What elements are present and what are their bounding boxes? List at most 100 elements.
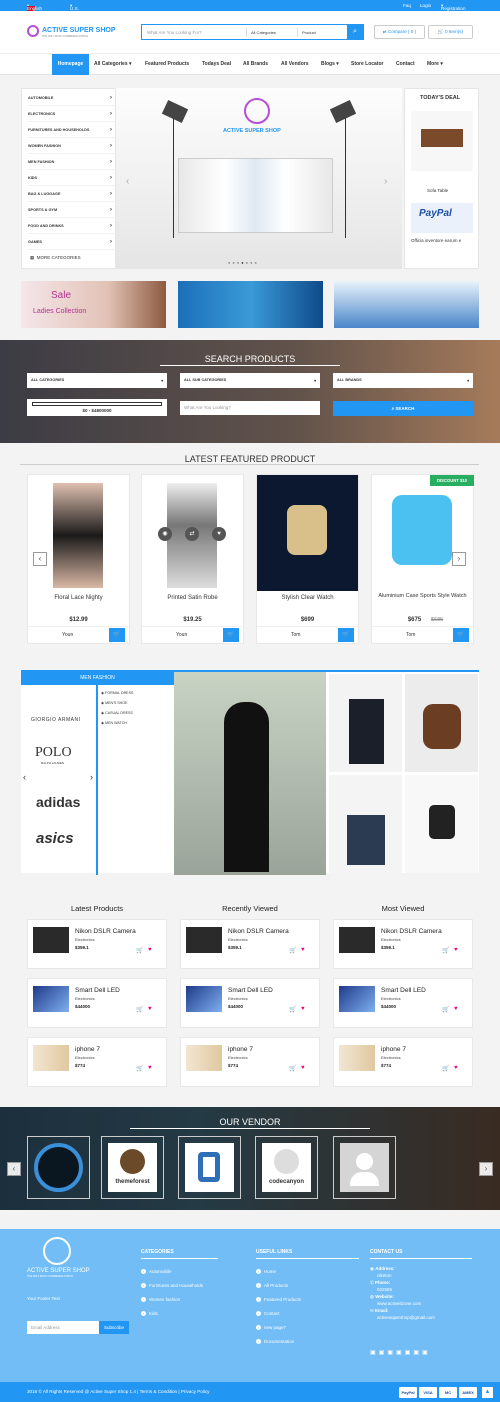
scroll-top-icon[interactable]: ▲ [482, 1387, 493, 1398]
product-list-card[interactable]: Smart Dell LED Electronics $44000 🛒 ♥ [180, 978, 320, 1028]
product-list-card[interactable]: Smart Dell LED Electronics $44000 🛒 ♥ [27, 978, 167, 1028]
product-list-card[interactable]: iphone 7 Electronics $774 🛒 ♥ [180, 1037, 320, 1087]
product-name[interactable]: iphone 7 [228, 1046, 253, 1053]
footer-category-link[interactable]: Automobile [141, 1269, 172, 1274]
footer-category-link[interactable]: Furnitures and Households [141, 1283, 203, 1288]
footer-category-link[interactable]: Women fashion [141, 1297, 180, 1302]
category-item[interactable]: WOMEN FASHION [28, 138, 114, 154]
site-logo[interactable]: ACTIVE SUPER SHOP [42, 27, 116, 34]
brands-select[interactable]: ALL BRANDS ▾ [333, 373, 473, 388]
footer-useful-link[interactable]: Home [256, 1269, 276, 1274]
featured-next-icon[interactable]: › [452, 552, 466, 566]
boot-image[interactable] [405, 674, 478, 772]
range-track[interactable] [32, 402, 162, 406]
footer-logo[interactable]: ACTIVE SUPER SHOP [27, 1268, 90, 1274]
sale-banner[interactable]: Sale Ladies Collection [21, 281, 166, 328]
subcat-item[interactable]: ◉ MEN WATCH [101, 718, 133, 728]
vendor-card[interactable] [27, 1136, 90, 1199]
men-fashion-main-image[interactable] [174, 672, 326, 875]
product-list-card[interactable]: Nikon DSLR Camera Electronics $359.1 🛒 ♥ [333, 919, 473, 969]
product-name[interactable]: Printed Satin Robe [142, 595, 243, 601]
cart-icon[interactable]: 🛒 [289, 1065, 296, 1072]
product-card[interactable]: ◉ ⇄ ♥ Printed Satin Robe $19.25 Youn 🛒 [141, 474, 244, 644]
cart-button[interactable]: 🛒 0 Item(s) [428, 25, 473, 39]
vendor-card[interactable]: codecanyon [255, 1136, 318, 1199]
brand-logo-armani[interactable]: GIORGIO ARMANI [31, 717, 81, 723]
crowd-banner[interactable] [334, 281, 479, 328]
subcat-item[interactable]: ◉ CASUAL DRESS [101, 708, 133, 718]
footer-useful-link[interactable]: All Products [256, 1283, 288, 1288]
footer-useful-link[interactable]: Featured Products [256, 1297, 301, 1302]
login-link[interactable]: Login [420, 3, 431, 8]
nav-homepage[interactable]: Homepage [52, 54, 89, 75]
product-name[interactable]: iphone 7 [381, 1046, 406, 1053]
product-name[interactable]: Floral Lace Nighty [28, 595, 129, 601]
facebook-icon[interactable]: ▣ [370, 1350, 379, 1356]
brands-next-icon[interactable]: › [90, 772, 93, 782]
category-item[interactable]: BAG & LUGGAGE [28, 186, 114, 202]
brands-prev-icon[interactable]: ‹ [23, 772, 26, 782]
add-to-cart-button[interactable]: 🛒 [223, 628, 239, 642]
hero-slider[interactable]: ACTIVE SUPER SHOP ‹ › ●●●●●●● [116, 88, 402, 269]
cart-icon[interactable]: 🛒 [136, 1065, 143, 1072]
wishlist-icon[interactable]: ♥ [148, 947, 152, 953]
product-list-card[interactable]: iphone 7 Electronics $774 🛒 ♥ [27, 1037, 167, 1087]
vendor-prev-icon[interactable]: ‹ [7, 1162, 21, 1176]
product-name[interactable]: Nikon DSLR Camera [228, 928, 289, 935]
product-card[interactable]: Stylish Clear Watch $699 Tom 🛒 [256, 474, 359, 644]
cart-icon[interactable]: 🛒 [136, 1006, 143, 1013]
product-name[interactable]: Aluminium Case Sports Style Watch [372, 593, 473, 599]
deal-item-2-name[interactable]: Officia inventore earum e [411, 238, 461, 243]
add-to-cart-button[interactable]: 🛒 [109, 628, 125, 642]
nav-more[interactable]: More ▾ [427, 54, 443, 75]
featured-prev-icon[interactable]: ‹ [33, 552, 47, 566]
add-to-cart-button[interactable]: 🛒 [338, 628, 354, 642]
nav-all-brands[interactable]: All Brands [243, 54, 268, 75]
wishlist-icon[interactable]: ♥ [148, 1006, 152, 1012]
nav-all-vendors[interactable]: All Vendors [281, 54, 309, 75]
footer-useful-link[interactable]: Contact [256, 1311, 280, 1316]
wishlist-icon[interactable]: ♥ [454, 1006, 458, 1012]
wishlist-icon[interactable]: ♥ [301, 947, 305, 953]
cart-icon[interactable]: 🛒 [442, 1006, 449, 1013]
deal-item-1[interactable] [411, 111, 473, 171]
brand-logo-polo[interactable]: POLO [35, 745, 72, 761]
wishlist-icon[interactable]: ♥ [454, 947, 458, 953]
category-item[interactable]: FURNITURES AND HOUSEHOLDS [28, 122, 114, 138]
skype-icon[interactable]: ▣ [396, 1350, 405, 1356]
add-to-cart-button[interactable]: 🛒 [453, 628, 469, 642]
category-item[interactable]: FOOD AND DRINKS [28, 218, 114, 234]
cart-icon[interactable]: 🛒 [442, 1065, 449, 1072]
quick-view-icon[interactable]: ◉ [158, 527, 172, 541]
deal-item-2[interactable]: PayPal [411, 203, 473, 233]
category-item[interactable]: SPORTS & GYM [28, 202, 114, 218]
product-name[interactable]: Smart Dell LED [381, 987, 426, 994]
price-range-slider[interactable]: $0 - $4800000 [27, 399, 167, 416]
category-item[interactable]: AUTOMOBILE [28, 90, 114, 106]
youtube-icon[interactable]: ▣ [413, 1350, 422, 1356]
nav-featured-products[interactable]: Featured Products [145, 54, 189, 75]
brand-logo-adidas[interactable]: adidas [36, 794, 80, 810]
compare-button[interactable]: ⇄ Compare ( 0 ) [374, 25, 425, 39]
slider-dots[interactable]: ●●●●●●● [228, 260, 259, 265]
currency-select[interactable]: U.S. Dollar ($) ▾ [70, 3, 82, 21]
subscribe-button[interactable]: Subscribe [99, 1321, 129, 1334]
category-item[interactable]: GAMES [28, 234, 114, 250]
registration-link[interactable]: Registration ▾ [441, 3, 466, 11]
brand-logo-asics[interactable]: asics [36, 830, 74, 847]
category-item[interactable]: ELECTRONICS [28, 106, 114, 122]
nav-blogs[interactable]: Blogs ▾ [321, 54, 339, 75]
wishlist-icon[interactable]: ♥ [212, 527, 226, 541]
subcat-item[interactable]: ◉ FORMAL DRESS [101, 688, 133, 698]
smartwatch-image[interactable] [405, 775, 478, 873]
product-list-card[interactable]: Smart Dell LED Electronics $44000 🛒 ♥ [333, 978, 473, 1028]
wishlist-icon[interactable]: ♥ [301, 1065, 305, 1071]
wishlist-icon[interactable]: ♥ [454, 1065, 458, 1071]
email-link[interactable]: activesupershop@gmail.com [370, 1314, 435, 1321]
faq-link[interactable]: Faq [403, 3, 411, 8]
search-button[interactable]: ⌕ [347, 25, 363, 39]
slider-next-icon[interactable]: › [384, 176, 387, 187]
product-name[interactable]: Stylish Clear Watch [257, 595, 358, 601]
tumblr-icon[interactable]: ▣ [422, 1350, 431, 1356]
nav-todays-deal[interactable]: Todays Deal [202, 54, 231, 75]
